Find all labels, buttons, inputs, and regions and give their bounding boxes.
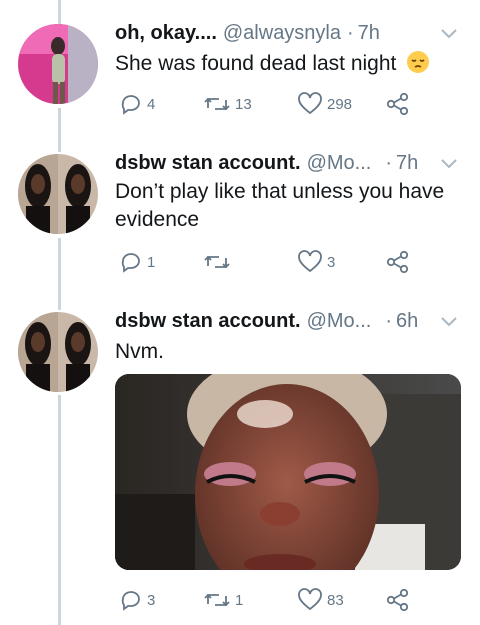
like-count: 83 xyxy=(327,591,344,609)
share-button[interactable] xyxy=(385,250,411,274)
reply-icon xyxy=(121,95,140,115)
retweet-button[interactable]: 1 xyxy=(203,588,243,612)
share-icon xyxy=(386,250,409,274)
retweet-button[interactable] xyxy=(203,250,235,274)
share-icon xyxy=(386,92,409,116)
display-name[interactable]: oh, okay.... xyxy=(115,20,217,46)
share-button[interactable] xyxy=(385,92,411,116)
chevron-down-icon[interactable] xyxy=(438,152,460,174)
tweet-media-photo[interactable] xyxy=(115,374,461,570)
like-button[interactable]: 83 xyxy=(297,588,344,612)
reply-icon xyxy=(121,253,140,273)
timestamp[interactable]: 7h xyxy=(358,20,380,46)
chevron-down-icon[interactable] xyxy=(438,22,460,44)
timestamp[interactable]: 7h xyxy=(396,150,418,176)
retweet-icon xyxy=(204,255,230,269)
reply-button[interactable]: 3 xyxy=(119,588,155,612)
like-count: 298 xyxy=(327,95,353,113)
like-button[interactable]: 3 xyxy=(297,250,335,274)
heart-icon xyxy=(298,588,322,611)
tweet[interactable]: dsbw stan account. @Mo... · 7h Don’t pla… xyxy=(0,140,480,290)
timestamp[interactable]: 6h xyxy=(396,308,418,334)
reply-count: 4 xyxy=(147,95,156,113)
reply-count: 1 xyxy=(147,253,156,271)
heart-icon xyxy=(298,250,322,273)
tweet-text: Nvm. xyxy=(115,340,164,363)
retweet-count: 13 xyxy=(235,95,252,113)
tweet-text-line: evidence xyxy=(115,208,200,231)
display-name[interactable]: dsbw stan account. xyxy=(115,150,301,176)
avatar[interactable] xyxy=(18,312,98,392)
tweet-text: She was found dead last night xyxy=(115,50,456,82)
like-count: 3 xyxy=(327,253,336,271)
separator: · xyxy=(385,152,393,174)
retweet-button[interactable]: 13 xyxy=(203,92,252,116)
pensive-face-icon xyxy=(406,50,430,82)
username[interactable]: @Mo... xyxy=(307,308,372,334)
tweet-text-line: Don’t play like that unless you have xyxy=(115,180,445,203)
reply-icon xyxy=(121,591,140,611)
display-name[interactable]: dsbw stan account. xyxy=(115,308,301,334)
tweet-text: Don’t play like that unless you have evi… xyxy=(115,178,456,234)
reply-button[interactable]: 4 xyxy=(119,92,155,116)
tweet[interactable]: oh, okay.... @alwaysnyla · 7h She was fo… xyxy=(0,0,480,140)
username[interactable]: @alwaysnyla xyxy=(223,20,341,46)
retweet-icon xyxy=(204,593,230,607)
avatar[interactable] xyxy=(18,154,98,234)
username[interactable]: @Mo... xyxy=(307,150,372,176)
separator: · xyxy=(347,22,354,44)
retweet-count: 1 xyxy=(235,591,244,609)
retweet-icon xyxy=(204,97,230,111)
tweet-text-body: She was found dead last night xyxy=(115,52,397,75)
like-button[interactable]: 298 xyxy=(297,92,352,116)
reply-count: 3 xyxy=(147,591,156,609)
reply-button[interactable]: 1 xyxy=(119,250,155,274)
heart-icon xyxy=(298,92,322,115)
share-button[interactable] xyxy=(385,588,411,612)
separator: · xyxy=(385,310,393,332)
avatar[interactable] xyxy=(18,24,98,104)
share-icon xyxy=(386,588,409,612)
chevron-down-icon[interactable] xyxy=(438,310,460,332)
